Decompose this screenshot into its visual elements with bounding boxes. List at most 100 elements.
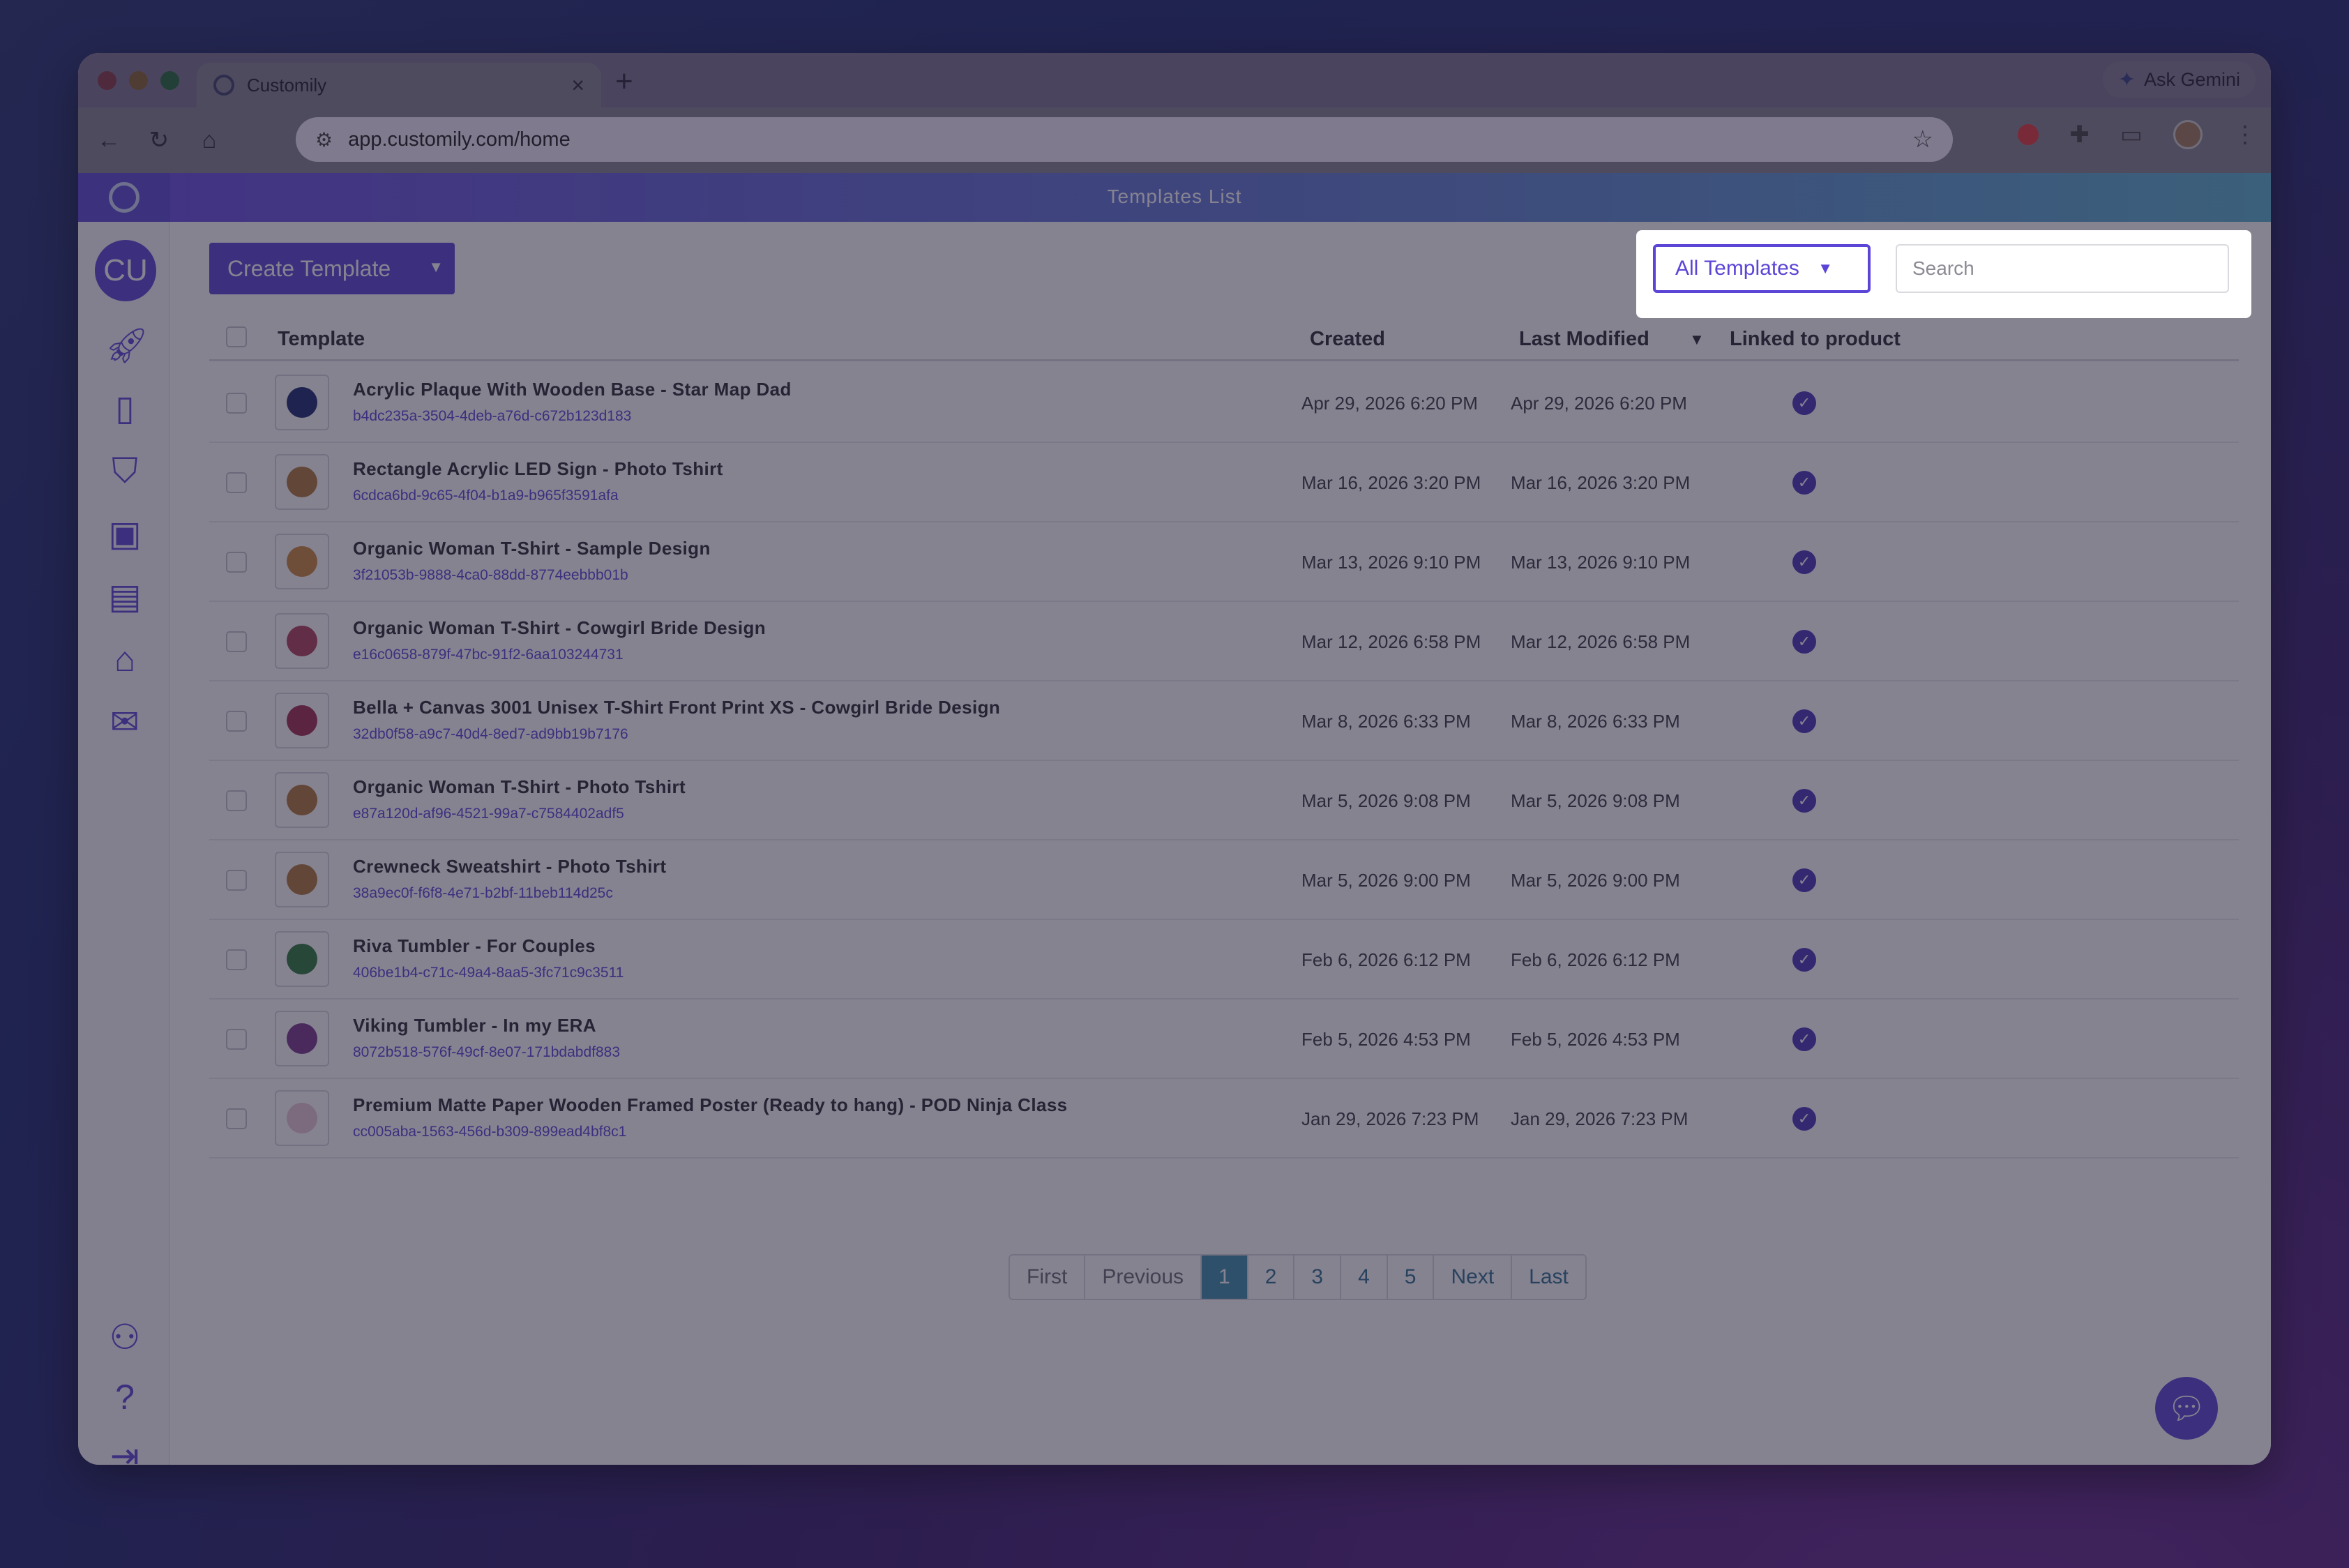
template-thumbnail[interactable] xyxy=(275,1011,329,1066)
document-icon[interactable]: ▯ xyxy=(105,388,145,428)
ask-gemini-label: Ask Gemini xyxy=(2143,68,2240,90)
template-filter-dropdown[interactable]: All Templates ▼ xyxy=(1653,244,1871,293)
table-row[interactable]: Organic Woman T-Shirt - Sample Design 3f2… xyxy=(209,522,2239,602)
select-all-checkbox[interactable] xyxy=(226,326,247,347)
template-thumbnail[interactable] xyxy=(275,931,329,987)
puzzle-icon[interactable]: ✚ xyxy=(2069,121,2090,149)
page-5[interactable]: 5 xyxy=(1388,1256,1435,1299)
table-row[interactable]: Riva Tumbler - For Couples 406be1b4-c71c-… xyxy=(209,920,2239,1000)
table-row[interactable]: Crewneck Sweatshirt - Photo Tshirt 38a9ec… xyxy=(209,840,2239,920)
template-thumbnail[interactable] xyxy=(275,454,329,510)
page-4[interactable]: 4 xyxy=(1341,1256,1388,1299)
column-created[interactable]: Created xyxy=(1310,328,1385,351)
profile-avatar[interactable] xyxy=(2173,120,2203,149)
ask-gemini-button[interactable]: ✦ Ask Gemini xyxy=(2102,61,2256,98)
user-settings-icon[interactable]: ⚇ xyxy=(105,1317,145,1357)
column-last-modified[interactable]: Last Modified xyxy=(1519,328,1649,351)
template-name[interactable]: Organic Woman T-Shirt - Photo Tshirt xyxy=(353,776,686,798)
template-name[interactable]: Organic Woman T-Shirt - Cowgirl Bride De… xyxy=(353,617,766,639)
table-row[interactable]: Organic Woman T-Shirt - Photo Tshirt e87a… xyxy=(209,761,2239,840)
browser-tab[interactable]: Customily × xyxy=(197,63,601,107)
template-thumbnail[interactable] xyxy=(275,852,329,907)
row-checkbox[interactable] xyxy=(226,472,247,493)
table-row[interactable]: Premium Matte Paper Wooden Framed Poster… xyxy=(209,1079,2239,1159)
store-icon[interactable]: ⌂ xyxy=(105,639,145,679)
table-row[interactable]: Organic Woman T-Shirt - Cowgirl Bride De… xyxy=(209,602,2239,681)
row-checkbox[interactable] xyxy=(226,949,247,970)
template-id: 38a9ec0f-f6f8-4e71-b2bf-11beb114d25c xyxy=(353,885,613,901)
template-name[interactable]: Viking Tumbler - In my ERA xyxy=(353,1015,596,1036)
tshirt-icon[interactable]: ⛉ xyxy=(105,451,145,491)
template-name[interactable]: Acrylic Plaque With Wooden Base - Star M… xyxy=(353,379,792,400)
reload-icon[interactable]: ↻ xyxy=(134,126,184,154)
template-name[interactable]: Organic Woman T-Shirt - Sample Design xyxy=(353,538,711,559)
column-template[interactable]: Template xyxy=(278,328,365,351)
row-checkbox[interactable] xyxy=(226,393,247,414)
home-icon[interactable]: ⌂ xyxy=(184,127,234,154)
cast-icon[interactable]: ▭ xyxy=(2120,121,2143,149)
page-next[interactable]: Next xyxy=(1434,1256,1513,1299)
row-checkbox[interactable] xyxy=(226,870,247,891)
linked-check-icon: ✓ xyxy=(1792,1027,1816,1051)
template-name[interactable]: Crewneck Sweatshirt - Photo Tshirt xyxy=(353,856,666,877)
book-icon[interactable]: ▤ xyxy=(105,576,145,617)
caret-down-icon[interactable]: ▼ xyxy=(428,258,444,276)
url-text[interactable]: app.customily.com/home xyxy=(348,128,1912,151)
row-checkbox[interactable] xyxy=(226,711,247,732)
rocket-icon[interactable]: 🚀︎ xyxy=(105,325,149,365)
created-date: Feb 6, 2026 6:12 PM xyxy=(1301,949,1471,970)
create-template-button[interactable]: Create Template ▼ xyxy=(209,243,455,294)
template-thumbnail[interactable] xyxy=(275,693,329,748)
minimize-window-button[interactable] xyxy=(129,70,148,90)
table-row[interactable]: Bella + Canvas 3001 Unisex T-Shirt Front… xyxy=(209,681,2239,761)
row-checkbox[interactable] xyxy=(226,790,247,811)
page-2[interactable]: 2 xyxy=(1248,1256,1295,1299)
row-checkbox[interactable] xyxy=(226,631,247,652)
template-thumbnail[interactable] xyxy=(275,375,329,430)
row-checkbox[interactable] xyxy=(226,1029,247,1050)
table-row[interactable]: Viking Tumbler - In my ERA 8072b518-576f-… xyxy=(209,1000,2239,1079)
new-tab-button[interactable]: + xyxy=(615,64,633,99)
page-first[interactable]: First xyxy=(1010,1256,1086,1299)
template-thumbnail[interactable] xyxy=(275,772,329,828)
extension-icon[interactable] xyxy=(2018,124,2039,145)
kebab-menu-icon[interactable]: ⋮ xyxy=(2233,121,2257,149)
logout-icon[interactable]: ⇥ xyxy=(105,1435,145,1465)
column-linked[interactable]: Linked to product xyxy=(1730,328,1901,351)
modified-date: Apr 29, 2026 6:20 PM xyxy=(1511,393,1687,414)
page-3[interactable]: 3 xyxy=(1294,1256,1342,1299)
modified-date: Mar 5, 2026 9:08 PM xyxy=(1511,790,1680,811)
template-thumbnail[interactable] xyxy=(275,534,329,589)
row-checkbox[interactable] xyxy=(226,552,247,573)
template-thumbnail[interactable] xyxy=(275,1090,329,1146)
inbox-icon[interactable]: ✉ xyxy=(105,702,145,742)
close-window-button[interactable] xyxy=(98,70,116,90)
maximize-window-button[interactable] xyxy=(160,70,179,90)
template-name[interactable]: Riva Tumbler - For Couples xyxy=(353,935,596,957)
chat-support-button[interactable]: 💬︎ xyxy=(2155,1377,2218,1440)
bookmark-star-icon[interactable]: ☆ xyxy=(1912,126,1933,153)
linked-check-icon: ✓ xyxy=(1792,630,1816,654)
back-icon[interactable]: ← xyxy=(84,127,134,154)
monitor-templates-icon[interactable]: ▣ xyxy=(105,513,145,554)
address-bar[interactable]: ⚙ app.customily.com/home ☆ xyxy=(296,117,1953,162)
site-settings-icon[interactable]: ⚙ xyxy=(315,128,333,151)
template-name[interactable]: Bella + Canvas 3001 Unisex T-Shirt Front… xyxy=(353,697,1000,718)
template-name[interactable]: Premium Matte Paper Wooden Framed Poster… xyxy=(353,1094,1068,1116)
user-avatar[interactable]: CU xyxy=(95,240,156,301)
linked-check-icon: ✓ xyxy=(1792,1107,1816,1131)
page-1[interactable]: 1 xyxy=(1202,1256,1248,1299)
row-checkbox[interactable] xyxy=(226,1108,247,1129)
tab-close-icon[interactable]: × xyxy=(571,73,584,98)
template-thumbnail[interactable] xyxy=(275,613,329,669)
sort-desc-icon[interactable]: ▼ xyxy=(1689,331,1705,349)
search-input[interactable] xyxy=(1896,244,2229,293)
table-row[interactable]: Acrylic Plaque With Wooden Base - Star M… xyxy=(209,363,2239,443)
template-id: e16c0658-879f-47bc-91f2-6aa103244731 xyxy=(353,647,624,663)
created-date: Apr 29, 2026 6:20 PM xyxy=(1301,393,1478,414)
page-last[interactable]: Last xyxy=(1512,1256,1585,1299)
page-previous[interactable]: Previous xyxy=(1085,1256,1202,1299)
help-icon[interactable]: ? xyxy=(105,1377,145,1417)
table-row[interactable]: Rectangle Acrylic LED Sign - Photo Tshir… xyxy=(209,443,2239,522)
template-name[interactable]: Rectangle Acrylic LED Sign - Photo Tshir… xyxy=(353,458,723,480)
